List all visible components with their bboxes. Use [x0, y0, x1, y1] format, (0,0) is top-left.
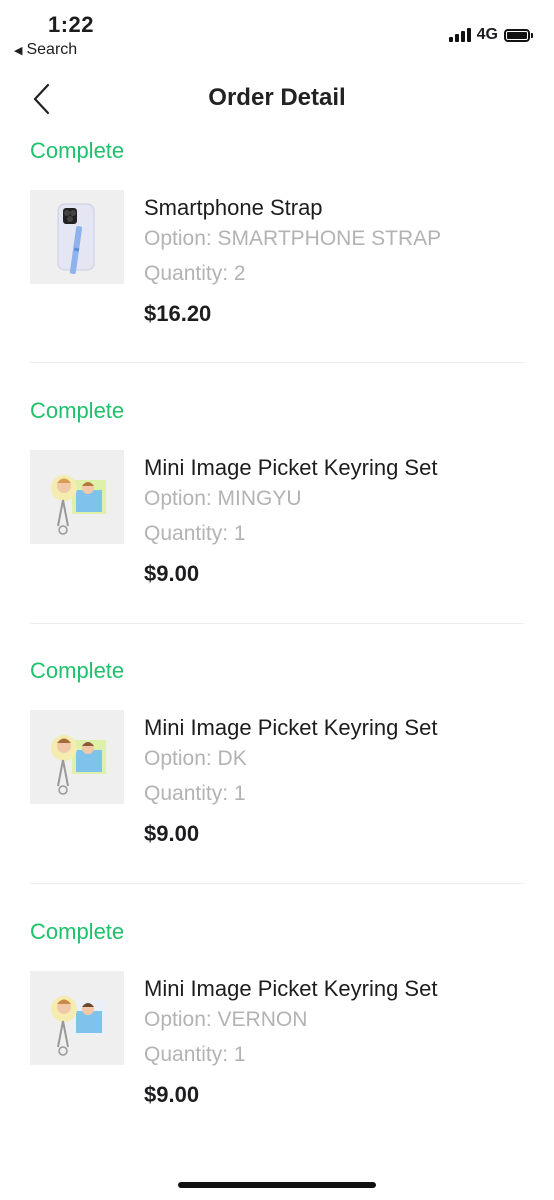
product-quantity: Quantity: 1 — [144, 782, 246, 805]
status-bar: 1:22 ◀ Search 4G — [0, 0, 554, 70]
back-triangle-icon: ◀ — [14, 44, 23, 57]
status-back-label: Search — [26, 41, 78, 58]
product-quantity: Quantity: 1 — [144, 1043, 246, 1066]
status-back-to-app[interactable]: ◀ Search — [14, 41, 77, 59]
nav-bar: Order Detail — [0, 74, 554, 124]
product-option: Option: MINGYU — [144, 487, 302, 510]
network-type: 4G — [476, 26, 498, 43]
product-thumbnail-keyring-set[interactable] — [30, 710, 124, 804]
product-thumbnail-keyring-set[interactable] — [30, 971, 124, 1065]
divider — [30, 883, 524, 884]
product-name: Smartphone Strap — [144, 195, 323, 220]
product-option: Option: DK — [144, 747, 247, 770]
page-title: Order Detail — [208, 84, 346, 111]
order-status: Complete — [30, 658, 125, 683]
divider — [30, 362, 524, 363]
product-option: Option: SMARTPHONE STRAP — [144, 227, 442, 250]
product-price: $9.00 — [144, 821, 200, 846]
product-name: Mini Image Picket Keyring Set — [144, 976, 438, 1001]
order-status: Complete — [30, 138, 125, 163]
product-name: Mini Image Picket Keyring Set — [144, 715, 438, 740]
divider — [30, 623, 524, 624]
home-indicator[interactable] — [178, 1182, 376, 1188]
product-price: $9.00 — [144, 1082, 200, 1107]
product-price: $9.00 — [144, 561, 200, 586]
product-quantity: Quantity: 2 — [144, 262, 246, 285]
product-price: $16.20 — [144, 301, 212, 326]
order-status: Complete — [30, 398, 125, 423]
status-time: 1:22 — [48, 12, 95, 37]
product-thumbnail-smartphone-strap[interactable] — [30, 190, 124, 284]
product-quantity: Quantity: 1 — [144, 522, 246, 545]
battery-icon — [504, 28, 533, 42]
product-thumbnail-keyring-set[interactable] — [30, 450, 124, 544]
status-indicators: 4G — [448, 26, 533, 44]
product-name: Mini Image Picket Keyring Set — [144, 455, 438, 480]
product-option: Option: VERNON — [144, 1008, 308, 1031]
order-status: Complete — [30, 919, 125, 944]
cellular-signal-icon — [448, 28, 471, 42]
